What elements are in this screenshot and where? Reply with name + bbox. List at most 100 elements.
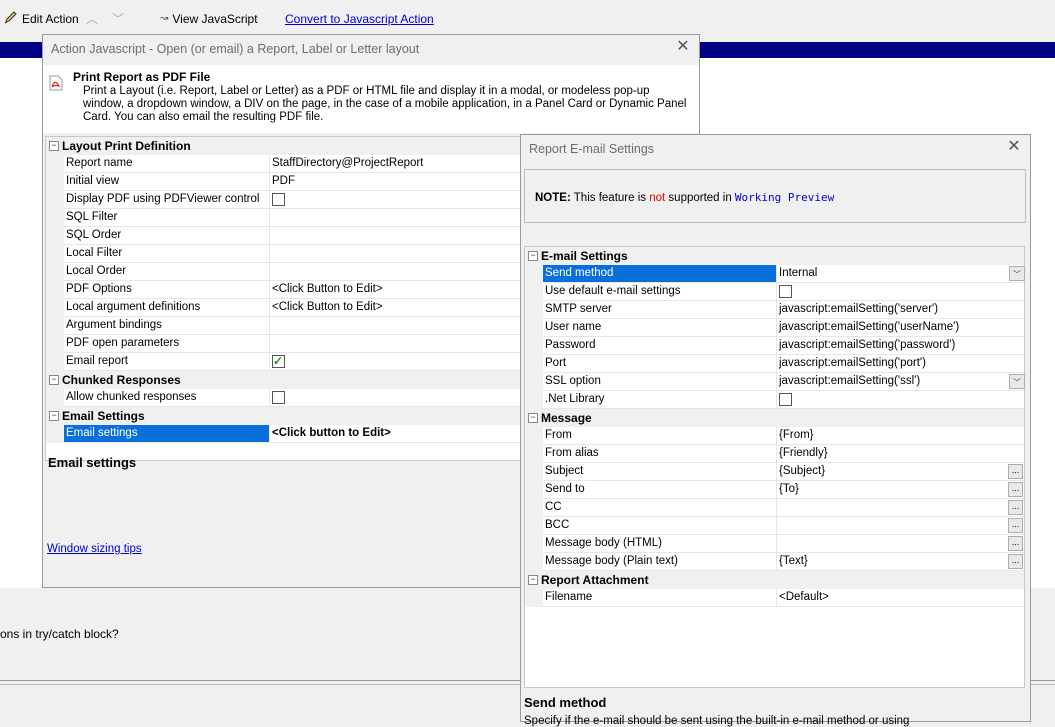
row-email-settings[interactable]: Email settings <Click button to Edit>	[46, 425, 524, 443]
convert-to-javascript-link[interactable]: Convert to Javascript Action	[285, 10, 434, 28]
row-filename[interactable]: Filename <Default>	[525, 589, 1024, 607]
row-value[interactable]: {To}	[777, 481, 799, 498]
row-value[interactable]	[777, 517, 779, 534]
display-pdf-checkbox[interactable]	[272, 193, 285, 207]
section-email-settings[interactable]: − E-mail Settings	[525, 247, 1024, 265]
row-pdf-options[interactable]: PDF Options <Click Button to Edit>	[46, 281, 524, 299]
row-value[interactable]: {Friendly}	[777, 445, 828, 462]
ellipsis-button[interactable]: ...	[1008, 482, 1023, 497]
row-value[interactable]: PDF	[270, 173, 295, 190]
section-chunked-responses[interactable]: − Chunked Responses	[46, 371, 524, 389]
row-net-library[interactable]: .Net Library	[525, 391, 1024, 409]
row-local-order[interactable]: Local Order	[46, 263, 524, 281]
row-sql-filter[interactable]: SQL Filter	[46, 209, 524, 227]
gutter	[525, 535, 543, 553]
chevron-down-icon[interactable]: ﹀	[1009, 374, 1025, 389]
row-argument-bindings[interactable]: Argument bindings	[46, 317, 524, 335]
description-title: Send method	[524, 695, 607, 710]
chevron-down-icon[interactable]: ﹀	[1009, 266, 1025, 281]
row-bcc[interactable]: BCC ...	[525, 517, 1024, 535]
ssl-option-select[interactable]: javascript:emailSetting('ssl') ﹀	[777, 373, 1026, 390]
collapse-icon[interactable]: −	[528, 413, 538, 423]
row-from-alias[interactable]: From alias {Friendly}	[525, 445, 1024, 463]
window-sizing-tips-link[interactable]: Window sizing tips	[47, 543, 142, 555]
collapse-icon[interactable]: −	[49, 375, 59, 385]
row-value[interactable]: {Subject}	[777, 463, 825, 480]
row-pdf-open-parameters[interactable]: PDF open parameters	[46, 335, 524, 353]
allow-chunked-checkbox[interactable]	[272, 391, 285, 405]
close-icon[interactable]: ✕	[1006, 139, 1022, 155]
row-report-name[interactable]: Report name StaffDirectory@ProjectReport	[46, 155, 524, 173]
dialog-title: Report E-mail Settings	[529, 142, 655, 156]
section-report-attachment[interactable]: − Report Attachment	[525, 571, 1024, 589]
row-email-report[interactable]: Email report	[46, 353, 524, 371]
row-label: PDF open parameters	[64, 335, 270, 352]
row-use-default[interactable]: Use default e-mail settings	[525, 283, 1024, 301]
row-from[interactable]: From {From}	[525, 427, 1024, 445]
row-label: PDF Options	[64, 281, 270, 298]
row-value[interactable]: <Click Button to Edit>	[270, 281, 383, 298]
view-javascript-button[interactable]: ↝ View JavaScript	[160, 10, 258, 28]
email-property-grid: − E-mail Settings Send method Internal ﹀…	[524, 246, 1025, 688]
ellipsis-button[interactable]: ...	[1008, 500, 1023, 515]
row-value[interactable]	[777, 535, 779, 552]
view-javascript-label: View JavaScript	[172, 12, 258, 26]
net-library-checkbox[interactable]	[779, 393, 792, 407]
row-value[interactable]	[270, 227, 272, 244]
row-password[interactable]: Password javascript:emailSetting('passwo…	[525, 337, 1024, 355]
row-value[interactable]: javascript:emailSetting('port')	[777, 355, 926, 372]
row-value[interactable]: <Click Button to Edit>	[270, 299, 383, 316]
section-email-settings[interactable]: − Email Settings	[46, 407, 524, 425]
collapse-icon[interactable]: −	[49, 141, 59, 151]
move-down-icon[interactable]: ﹀	[112, 10, 124, 28]
row-initial-view[interactable]: Initial view PDF	[46, 173, 524, 191]
row-value[interactable]	[270, 335, 272, 352]
section-message[interactable]: − Message	[525, 409, 1024, 427]
row-value[interactable]: javascript:emailSetting('password')	[777, 337, 955, 354]
row-send-method[interactable]: Send method Internal ﹀	[525, 265, 1026, 283]
collapse-icon[interactable]: −	[528, 575, 538, 585]
row-send-to[interactable]: Send to {To} ...	[525, 481, 1024, 499]
row-display-pdf[interactable]: Display PDF using PDFViewer control	[46, 191, 524, 209]
ellipsis-button[interactable]: ...	[1008, 554, 1023, 569]
note-text: NOTE: This feature is not supported in W…	[535, 191, 834, 204]
row-value[interactable]: StaffDirectory@ProjectReport	[270, 155, 423, 172]
row-value[interactable]	[270, 209, 272, 226]
close-icon[interactable]: ✕	[675, 39, 691, 55]
collapse-icon[interactable]: −	[49, 411, 59, 421]
ellipsis-button[interactable]: ...	[1008, 536, 1023, 551]
email-report-checkbox[interactable]	[272, 353, 285, 370]
row-allow-chunked[interactable]: Allow chunked responses	[46, 389, 524, 407]
row-value[interactable]: <Click button to Edit>	[270, 425, 391, 442]
row-port[interactable]: Port javascript:emailSetting('port')	[525, 355, 1024, 373]
row-value[interactable]	[777, 499, 779, 516]
row-local-argument-definitions[interactable]: Local argument definitions <Click Button…	[46, 299, 524, 317]
row-value[interactable]: <Default>	[777, 589, 829, 606]
row-message-body-text[interactable]: Message body (Plain text) {Text} ...	[525, 553, 1024, 571]
gutter	[46, 245, 64, 263]
row-ssl-option[interactable]: SSL option javascript:emailSetting('ssl'…	[525, 373, 1026, 391]
row-subject[interactable]: Subject {Subject} ...	[525, 463, 1024, 481]
row-value[interactable]: javascript:emailSetting('server')	[777, 301, 938, 318]
row-value[interactable]: javascript:emailSetting('userName')	[777, 319, 959, 336]
row-value[interactable]	[270, 263, 272, 280]
use-default-checkbox[interactable]	[779, 285, 792, 299]
gutter	[46, 191, 64, 209]
row-value[interactable]	[270, 245, 272, 262]
edit-action-button[interactable]: Edit Action	[4, 10, 79, 28]
row-cc[interactable]: CC ...	[525, 499, 1024, 517]
section-layout-print-definition[interactable]: − Layout Print Definition	[46, 137, 524, 155]
collapse-icon[interactable]: −	[528, 251, 538, 261]
row-user-name[interactable]: User name javascript:emailSetting('userN…	[525, 319, 1024, 337]
row-value[interactable]	[270, 317, 272, 334]
ellipsis-button[interactable]: ...	[1008, 518, 1023, 533]
row-message-body-html[interactable]: Message body (HTML) ...	[525, 535, 1024, 553]
row-value[interactable]: {From}	[777, 427, 814, 444]
row-value[interactable]: {Text}	[777, 553, 808, 570]
row-sql-order[interactable]: SQL Order	[46, 227, 524, 245]
row-local-filter[interactable]: Local Filter	[46, 245, 524, 263]
send-method-select[interactable]: Internal ﹀	[777, 265, 1026, 282]
move-up-icon[interactable]: ︿	[86, 10, 98, 28]
ellipsis-button[interactable]: ...	[1008, 464, 1023, 479]
row-smtp-server[interactable]: SMTP server javascript:emailSetting('ser…	[525, 301, 1024, 319]
